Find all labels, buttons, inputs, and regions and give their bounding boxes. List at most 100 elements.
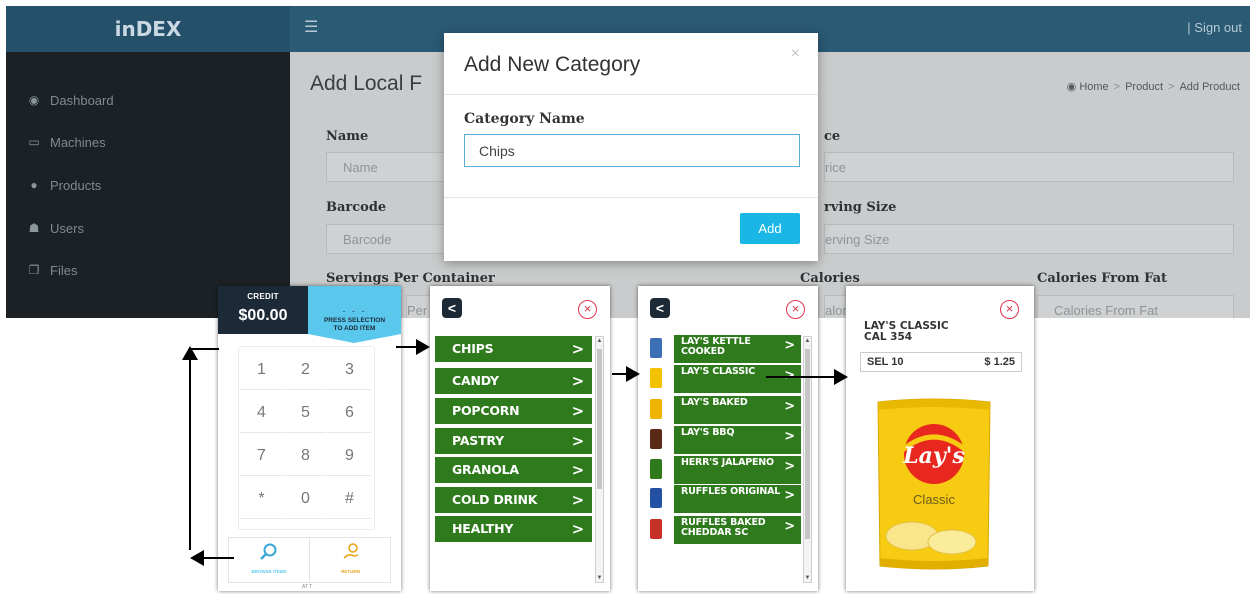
product-row[interactable]: LAY'S BAKED > <box>644 396 801 424</box>
hamburger-icon[interactable]: ☰ <box>304 18 320 38</box>
category-label: HEALTHY <box>452 521 514 536</box>
serving-size-input[interactable]: erving Size <box>824 224 1234 254</box>
bag-flavor: Classic <box>913 492 955 507</box>
product-button[interactable]: LAY'S KETTLE COOKED > <box>674 335 801 363</box>
calories-from-fat-label: Calories From Fat <box>1037 271 1168 286</box>
key-4[interactable]: 4 <box>240 393 283 433</box>
scroll-down-icon[interactable]: ▼ <box>804 575 811 581</box>
product-row[interactable]: LAY'S BBQ > <box>644 426 801 454</box>
users-icon: ☗ <box>28 221 40 235</box>
back-icon[interactable]: < <box>442 298 462 318</box>
sidebar-item-files[interactable]: ❐ Files <box>26 260 78 280</box>
sidebar-item-machines[interactable]: ▭ Machines <box>26 132 105 152</box>
product-row[interactable]: LAY'S KETTLE COOKED > <box>644 335 801 363</box>
product-button[interactable]: RUFFLES ORIGINAL > <box>674 485 801 513</box>
chevron-right-icon: > <box>784 459 795 474</box>
key-8[interactable]: 8 <box>284 436 327 476</box>
key-3[interactable]: 3 <box>328 350 371 390</box>
chevron-right-icon: > <box>571 461 585 479</box>
category-scrollbar[interactable]: ▲ ▼ <box>595 336 604 583</box>
category-cold-drink[interactable]: COLD DRINK > <box>435 487 592 513</box>
chevron-right-icon: > <box>784 429 795 444</box>
product-button[interactable]: LAY'S BAKED > <box>674 396 801 424</box>
category-granola[interactable]: GRANOLA > <box>435 457 592 483</box>
selection-dashes: - - - <box>342 306 367 316</box>
product-button[interactable]: LAY'S CLASSIC> <box>674 365 801 393</box>
key-1[interactable]: 1 <box>240 350 283 390</box>
sign-out-link[interactable]: | Sign out <box>1187 20 1242 35</box>
product-button[interactable]: HERR'S JALAPENO > <box>674 456 801 484</box>
chevron-right-icon: > <box>784 338 795 353</box>
back-icon[interactable]: < <box>650 298 670 318</box>
key-star[interactable]: * <box>240 479 283 519</box>
chevron-right-icon: > <box>571 372 585 390</box>
category-name-input[interactable]: Chips <box>464 134 800 167</box>
product-button[interactable]: RUFFLES BAKED CHEDDAR SC > <box>674 516 801 544</box>
breadcrumb-product[interactable]: Product <box>1125 81 1163 93</box>
chevron-right-icon: > <box>784 399 795 414</box>
breadcrumb-add-product: Add Product <box>1179 81 1240 93</box>
coin-return-icon <box>310 542 391 567</box>
product-thumbnail <box>650 399 662 419</box>
product-row[interactable]: RUFFLES ORIGINAL > <box>644 485 801 513</box>
browse-items-button[interactable]: BROWSE ITEMS <box>229 538 310 582</box>
price-label: ce <box>824 129 841 144</box>
flow-line-3 <box>766 376 840 378</box>
close-icon[interactable]: × <box>791 45 800 63</box>
key-hash[interactable]: # <box>328 479 371 519</box>
category-candy[interactable]: CANDY > <box>435 368 592 394</box>
barcode-label: Barcode <box>326 200 387 215</box>
keypad-screen: CREDIT $00.00 - - - PRESS SELECTION TO A… <box>218 286 401 591</box>
category-pastry[interactable]: PASTRY > <box>435 428 592 454</box>
key-2[interactable]: 2 <box>284 350 327 390</box>
key-6[interactable]: 6 <box>328 393 371 433</box>
chevron-right-icon: > <box>571 520 585 538</box>
chevron-right-icon: > <box>571 432 585 450</box>
sidebar-item-products[interactable]: ● Products <box>26 175 101 195</box>
chevron-right-icon: > <box>571 491 585 509</box>
category-label: POPCORN <box>452 403 520 418</box>
sidebar-item-users[interactable]: ☗ Users <box>26 218 84 238</box>
category-chips[interactable]: CHIPS > <box>435 336 592 362</box>
barcode-input[interactable]: Barcode <box>326 224 456 254</box>
product-scrollbar[interactable]: ▲ ▼ <box>803 336 812 583</box>
price-input[interactable]: rice <box>824 152 1234 182</box>
sidebar-item-dashboard[interactable]: ◉ Dashboard <box>26 90 114 110</box>
serving-size-label: rving Size <box>824 200 897 215</box>
key-5[interactable]: 5 <box>284 393 327 433</box>
category-healthy[interactable]: HEALTHY > <box>435 516 592 542</box>
scroll-up-icon[interactable]: ▲ <box>804 338 811 344</box>
product-name-line2: COOKED <box>681 346 725 357</box>
product-button[interactable]: LAY'S BBQ > <box>674 426 801 454</box>
product-row[interactable]: RUFFLES BAKED CHEDDAR SC > <box>644 516 801 544</box>
product-detail-name: LAY'S CLASSIC CAL 354 <box>864 321 949 343</box>
brand-logo[interactable]: inDEX <box>6 6 290 52</box>
scroll-up-icon[interactable]: ▲ <box>596 338 603 344</box>
arrow-right-icon <box>416 339 430 355</box>
calories-from-fat-input[interactable]: Calories From Fat <box>1037 295 1234 318</box>
product-row[interactable]: LAY'S CLASSIC> <box>644 365 801 393</box>
breadcrumb-home[interactable]: Home <box>1079 81 1108 93</box>
close-icon[interactable]: × <box>1000 300 1019 319</box>
return-button[interactable]: RETURN <box>310 538 391 582</box>
sidebar-item-label: Dashboard <box>50 92 114 108</box>
breadcrumb: ◉ Home > Product > Add Product <box>1066 81 1240 93</box>
return-label: RETURN <box>341 569 360 574</box>
modal-footer-divider <box>444 197 818 198</box>
product-row[interactable]: HERR'S JALAPENO > <box>644 456 801 484</box>
scroll-thumb[interactable] <box>597 349 602 489</box>
close-icon[interactable]: × <box>786 300 805 319</box>
product-calories: CAL 354 <box>864 331 913 343</box>
laptop-icon: ▭ <box>28 135 40 149</box>
key-7[interactable]: 7 <box>240 436 283 476</box>
products-icon: ● <box>30 178 38 192</box>
product-name: HERR'S JALAPENO <box>681 457 774 468</box>
close-icon[interactable]: × <box>578 300 597 319</box>
name-input[interactable]: Name <box>326 152 456 182</box>
key-9[interactable]: 9 <box>328 436 371 476</box>
key-0[interactable]: 0 <box>284 479 327 519</box>
scroll-down-icon[interactable]: ▼ <box>596 575 603 581</box>
category-popcorn[interactable]: POPCORN > <box>435 398 592 424</box>
product-thumbnail <box>650 429 662 449</box>
add-button[interactable]: Add <box>740 213 800 244</box>
